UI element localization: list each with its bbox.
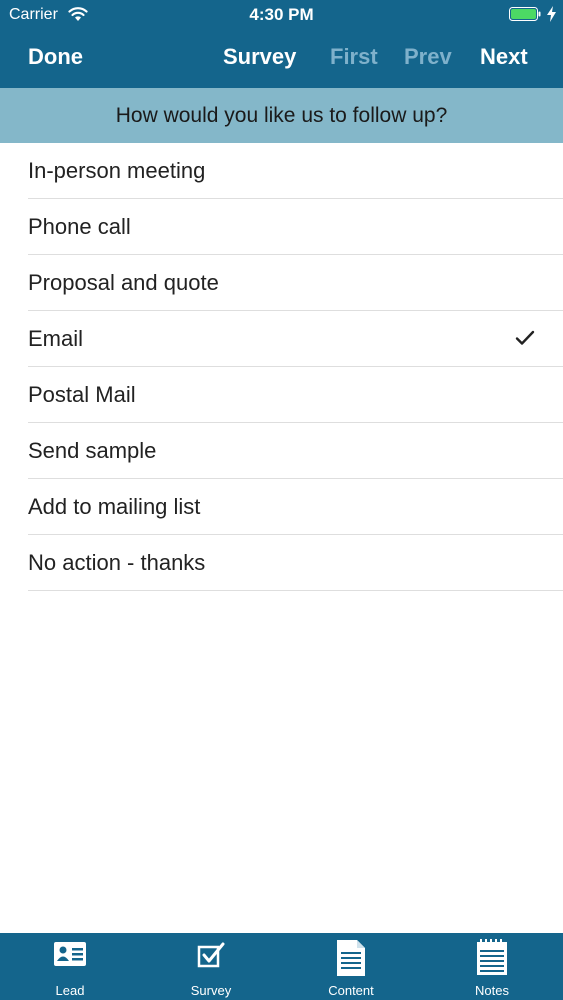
notepad-icon [477, 939, 507, 975]
tab-label: Notes [475, 983, 509, 998]
charging-bolt-icon [547, 6, 556, 22]
checkbox-icon [197, 942, 225, 968]
option-phone-call[interactable]: Phone call [28, 199, 563, 255]
battery-icon [509, 7, 541, 21]
option-label: Add to mailing list [28, 494, 201, 519]
tab-label: Content [328, 983, 374, 998]
checkmark-icon [515, 330, 535, 345]
top-bar: Carrier 4:30 PM Done Survey First Prev N… [0, 0, 563, 88]
tab-survey[interactable]: Survey [141, 933, 281, 1000]
option-label: No action - thanks [28, 550, 206, 575]
option-label: Email [28, 326, 84, 351]
status-bar: Carrier 4:30 PM [0, 0, 563, 30]
prev-button[interactable]: Prev [404, 44, 452, 70]
status-time: 4:30 PM [249, 5, 314, 24]
option-label: In-person meeting [28, 158, 206, 183]
option-in-person-meeting[interactable]: In-person meeting [28, 143, 563, 199]
tab-content[interactable]: Content [281, 933, 421, 1000]
navigation-bar: Done Survey First Prev Next [0, 30, 563, 88]
option-label: Phone call [28, 214, 131, 239]
option-label: Postal Mail [28, 382, 136, 407]
option-no-action[interactable]: No action - thanks [28, 535, 563, 591]
tab-lead[interactable]: Lead [0, 933, 140, 1000]
question-header: How would you like us to follow up? [0, 88, 563, 143]
tab-label: Lead [55, 983, 85, 998]
tab-bar: Lead Survey Content Notes [0, 933, 563, 1000]
option-label: Send sample [28, 438, 157, 463]
option-proposal-and-quote[interactable]: Proposal and quote [28, 255, 563, 311]
tab-notes[interactable]: Notes [422, 933, 562, 1000]
tab-label: Survey [190, 983, 232, 998]
first-button[interactable]: First [330, 44, 378, 70]
option-email[interactable]: Email [28, 311, 563, 367]
option-add-to-mailing-list[interactable]: Add to mailing list [28, 479, 563, 535]
document-icon [337, 940, 365, 976]
option-label: Proposal and quote [28, 270, 219, 295]
next-button[interactable]: Next [480, 44, 528, 70]
survey-title-button[interactable]: Survey [223, 44, 296, 70]
option-postal-mail[interactable]: Postal Mail [28, 367, 563, 423]
id-card-icon [54, 942, 86, 966]
done-button[interactable]: Done [28, 44, 83, 70]
option-send-sample[interactable]: Send sample [28, 423, 563, 479]
options-list: In-person meeting Phone call Proposal an… [0, 143, 563, 591]
